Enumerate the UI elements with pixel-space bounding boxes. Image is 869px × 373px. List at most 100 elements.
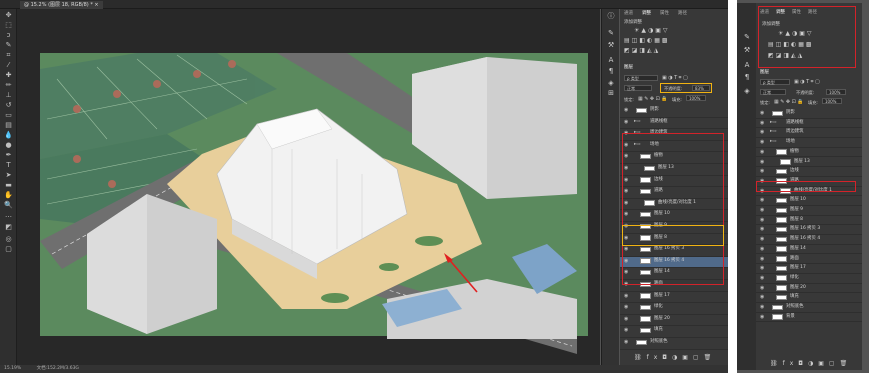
right-layer-row[interactable]: ◉ 植物 xyxy=(756,148,862,158)
right-layer-row[interactable]: ◉ 图层 16 拷贝 4 xyxy=(756,235,862,245)
layer-kind-filter[interactable]: ρ 类型 xyxy=(624,75,658,81)
right-layer-row[interactable]: ◉ 填充 xyxy=(756,293,862,303)
visibility-eye-icon[interactable]: ◉ xyxy=(760,196,764,204)
right-blend-mode-select[interactable]: 正常 xyxy=(760,89,786,95)
info-icon[interactable]: ⓘ xyxy=(606,12,616,21)
visibility-eye-icon[interactable]: ◉ xyxy=(760,128,764,136)
layer-row[interactable]: ◉ 图层 20 xyxy=(620,315,728,327)
right-layer-row[interactable]: ◉ 图层 14 xyxy=(756,245,862,255)
paragraph-icon[interactable]: ¶ xyxy=(606,67,616,76)
layer-row[interactable]: ◉ ▸▭ 道路线框 xyxy=(620,118,728,130)
folder-icon[interactable]: ▸▭ xyxy=(770,138,776,146)
eyedropper-tool-icon[interactable]: ⁄ xyxy=(3,61,14,70)
tab-paths[interactable]: 路径 xyxy=(678,10,687,17)
dodge-tool-icon[interactable]: ● xyxy=(3,141,14,150)
quick-mask-icon[interactable]: ◎ xyxy=(3,235,14,244)
visibility-eye-icon[interactable]: ◉ xyxy=(760,255,764,263)
fill-input[interactable]: 100% xyxy=(686,95,706,101)
visibility-eye-icon[interactable]: ◉ xyxy=(760,293,764,301)
right-layer-row[interactable]: ◉ ▸▭ 道路线框 xyxy=(756,119,862,129)
folder-icon[interactable]: ▸▭ xyxy=(634,118,640,126)
right-layer-row[interactable]: ◉ 图层 20 xyxy=(756,284,862,294)
right-layer-row[interactable]: ◉ 绿化 xyxy=(756,274,862,284)
tab-layers[interactable]: 图层 xyxy=(624,64,633,71)
move-tool-icon[interactable]: ✥ xyxy=(3,11,14,20)
text-tool-icon[interactable]: T xyxy=(3,161,14,170)
brush-tool-icon[interactable]: ✏ xyxy=(3,81,14,90)
right-layer-row[interactable]: ◉ ▸▭ 周边建筑 xyxy=(756,128,862,139)
right-layer-row[interactable]: ◉ 图层 17 xyxy=(756,264,862,274)
right-character-icon[interactable]: A xyxy=(742,61,752,70)
right-layer-row[interactable]: ◉ 对照底色 xyxy=(756,303,862,313)
right-brush-icon[interactable]: ✎ xyxy=(742,33,752,42)
tab-adjustments[interactable]: 调整 xyxy=(642,10,651,17)
document-tab[interactable]: @ 15.2% (图层 18, RGB/8) * × xyxy=(20,1,103,9)
blend-mode-select[interactable]: 正常 xyxy=(624,85,652,91)
visibility-eye-icon[interactable]: ◉ xyxy=(760,148,764,156)
visibility-eye-icon[interactable]: ◉ xyxy=(760,119,764,127)
character-icon[interactable]: A xyxy=(606,56,616,65)
stamp-tool-icon[interactable]: ⊥ xyxy=(3,91,14,100)
history-brush-icon[interactable]: ↺ xyxy=(3,101,14,110)
hand-tool-icon[interactable]: ✋ xyxy=(3,191,14,200)
right-presets-icon[interactable]: ⚒ xyxy=(742,46,752,55)
visibility-eye-icon[interactable]: ◉ xyxy=(760,284,764,292)
right-opacity-input[interactable]: 100% xyxy=(826,89,846,95)
visibility-eye-icon[interactable]: ◉ xyxy=(760,138,764,146)
adjustment-icons-row-3[interactable]: ◩◪◨◭◮ xyxy=(624,47,660,54)
crop-tool-icon[interactable]: ⌗ xyxy=(3,51,14,60)
visibility-eye-icon[interactable]: ◉ xyxy=(624,118,628,126)
right-layer-row[interactable]: ◉ 图层 8 xyxy=(756,216,862,226)
right-layer-kind-filter[interactable]: ρ 类型 xyxy=(760,79,790,85)
site-plan-render[interactable] xyxy=(17,9,600,365)
right-glyphs-icon[interactable]: ◈ xyxy=(742,87,752,96)
adjustment-icons-row-1[interactable]: ☀▲◑▣▽ xyxy=(634,27,670,34)
zoom-level[interactable]: 15.19% xyxy=(4,366,21,371)
visibility-eye-icon[interactable]: ◉ xyxy=(760,225,764,233)
tool-presets-icon[interactable]: ⚒ xyxy=(606,41,616,50)
visibility-eye-icon[interactable]: ◉ xyxy=(760,303,764,311)
visibility-eye-icon[interactable]: ◉ xyxy=(760,274,764,282)
quick-select-tool-icon[interactable]: ✎ xyxy=(3,41,14,50)
visibility-eye-icon[interactable]: ◉ xyxy=(760,235,764,243)
brush-settings-icon[interactable]: ✎ xyxy=(606,29,616,38)
layer-row[interactable]: ◉ 图层 17 xyxy=(620,292,728,304)
visibility-eye-icon[interactable]: ◉ xyxy=(624,338,628,346)
visibility-eye-icon[interactable]: ◉ xyxy=(624,106,628,114)
visibility-eye-icon[interactable]: ◉ xyxy=(760,313,764,321)
layer-row[interactable]: ◉ 绿化 xyxy=(620,303,728,315)
lasso-tool-icon[interactable]: ↄ xyxy=(3,31,14,40)
right-tab-layers[interactable]: 图层 xyxy=(760,69,769,76)
visibility-eye-icon[interactable]: ◉ xyxy=(760,206,764,214)
layer-filter-icons[interactable]: ▣◑T⌗▢ xyxy=(662,75,689,81)
marquee-tool-icon[interactable]: ⬚ xyxy=(3,21,14,30)
lock-icons[interactable]: ▦✎✥⊡🔒 xyxy=(638,96,669,102)
adjustment-icons-row-2[interactable]: ▤◫◧◐▦▩ xyxy=(624,37,670,44)
right-layer-row[interactable]: ◉ ▸▭ 场地 xyxy=(756,138,862,148)
visibility-eye-icon[interactable]: ◉ xyxy=(760,216,764,224)
folder-icon[interactable]: ▸▭ xyxy=(770,128,776,136)
pen-tool-icon[interactable]: ✒ xyxy=(3,151,14,160)
right-layer-row[interactable]: ◉ 背景 xyxy=(756,313,862,323)
visibility-eye-icon[interactable]: ◉ xyxy=(624,292,628,300)
shape-tool-icon[interactable]: ▬ xyxy=(3,181,14,190)
path-select-tool-icon[interactable]: ➤ xyxy=(3,171,14,180)
color-swatches-icon[interactable]: ◩ xyxy=(3,223,14,232)
healing-tool-icon[interactable]: ✚ xyxy=(3,71,14,80)
right-layer-row[interactable]: ◉ 图层 10 xyxy=(756,196,862,206)
right-fill-input[interactable]: 100% xyxy=(822,98,842,104)
tab-channels[interactable]: 通道 xyxy=(624,10,633,17)
history-icon[interactable]: ⊞ xyxy=(606,89,616,98)
visibility-eye-icon[interactable]: ◉ xyxy=(760,167,764,175)
more-tools-icon[interactable]: … xyxy=(3,211,14,220)
right-paragraph-icon[interactable]: ¶ xyxy=(742,73,752,82)
right-layer-row[interactable]: ◉ 图层 9 xyxy=(756,206,862,216)
layer-row[interactable]: ◉ 对照底色 xyxy=(620,338,728,350)
visibility-eye-icon[interactable]: ◉ xyxy=(624,315,628,323)
right-layer-row[interactable]: ◉ 边线 xyxy=(756,167,862,177)
folder-icon[interactable]: ▸▭ xyxy=(770,119,776,127)
right-layer-row[interactable]: ◉ 阴影 xyxy=(756,109,862,119)
right-layer-footer-icons[interactable]: ⛓fx◘◑▣▢🗑 xyxy=(770,360,852,367)
visibility-eye-icon[interactable]: ◉ xyxy=(624,303,628,311)
visibility-eye-icon[interactable]: ◉ xyxy=(624,326,628,334)
